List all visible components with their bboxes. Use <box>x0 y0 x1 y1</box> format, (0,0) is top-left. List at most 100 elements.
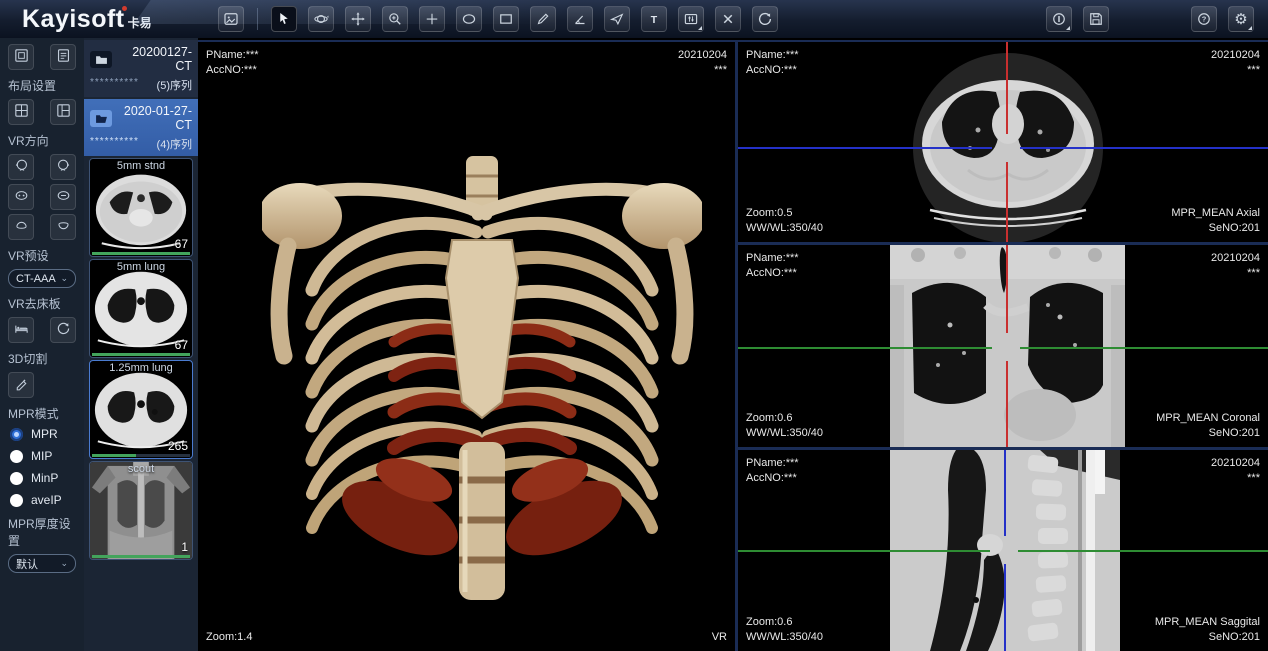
tool-group-main: T <box>218 6 778 32</box>
viewport-divider[interactable] <box>738 447 1268 450</box>
thumbnail-progress-bar <box>92 252 190 255</box>
vr-anterior-button[interactable] <box>8 184 34 210</box>
thumbnail-image-count: 1 <box>181 540 188 554</box>
vr-preset-select[interactable]: CT-AAA ⌄ <box>8 269 76 288</box>
crosshair-horizontal-green[interactable] <box>1018 550 1268 552</box>
series-browser-button[interactable] <box>218 6 244 32</box>
crosshair-horizontal-green[interactable] <box>738 550 990 552</box>
rectangle-icon <box>497 10 515 28</box>
measure-line-button[interactable] <box>530 6 556 32</box>
zoom-tool-button[interactable] <box>382 6 408 32</box>
series-thumbnail-125mm-lung[interactable]: 1.25mm lung 265 <box>89 360 193 459</box>
zoom-factor: Zoom:0.6 <box>746 411 823 426</box>
restore-bed-button[interactable] <box>50 317 76 343</box>
crosshair-vertical-red[interactable] <box>1006 245 1008 333</box>
crosshair-horizontal-green[interactable] <box>738 347 992 349</box>
crosshair-horizontal-blue[interactable] <box>738 147 992 149</box>
measure-angle-button[interactable] <box>567 6 593 32</box>
radio-checked-icon <box>10 428 23 441</box>
series-thumbnail-5mm-stnd[interactable]: 5mm stnd 67 <box>89 158 193 257</box>
reset-view-button[interactable] <box>752 6 778 32</box>
crosshair-horizontal-green[interactable] <box>1020 347 1268 349</box>
accession-number: AccNO:*** <box>746 266 799 281</box>
accession-number: AccNO:*** <box>206 63 259 78</box>
layout-report-icon <box>55 47 72 67</box>
rect-roi-button[interactable] <box>493 6 519 32</box>
axial-viewport[interactable]: PName:*** AccNO:*** 20210204 *** Zoom:0.… <box>738 40 1268 242</box>
render-mode-overlay: VR <box>712 630 727 645</box>
cursor-tool-button[interactable] <box>271 6 297 32</box>
app-window: Kayisoft 卡易 <box>0 0 1268 651</box>
series-number: SeNO:201 <box>1156 426 1260 441</box>
crosshair-vertical-blue[interactable] <box>1004 564 1006 651</box>
chevron-down-icon: ⌄ <box>60 558 68 569</box>
crosshair-vertical-blue[interactable] <box>1004 450 1006 536</box>
head-down-icon <box>55 217 72 237</box>
pan-icon <box>349 10 367 28</box>
series-thumbnail-5mm-lung[interactable]: 5mm lung 67 <box>89 259 193 358</box>
layout-single-button[interactable] <box>8 44 34 70</box>
crosshair-tool-button[interactable] <box>419 6 445 32</box>
pan-tool-button[interactable] <box>345 6 371 32</box>
vr-left-button[interactable] <box>8 154 34 180</box>
vr-right-button[interactable] <box>50 154 76 180</box>
study-date: 20210204 <box>1211 456 1260 471</box>
text-annotation-button[interactable]: T <box>641 6 667 32</box>
vr-viewport[interactable]: PName:*** AccNO:*** 20210204 *** Zoom:1.… <box>198 40 735 651</box>
study-item-selected[interactable]: 2020-01-27-CT ********** (4)序列 <box>84 99 198 156</box>
zoom-overlay: Zoom:0.6 WW/WL:350/40 <box>746 411 823 441</box>
crosshair-vertical-red[interactable] <box>1006 162 1008 242</box>
vr-superior-button[interactable] <box>8 214 34 240</box>
viewport-divider[interactable] <box>735 40 738 651</box>
ellipse-roi-button[interactable] <box>456 6 482 32</box>
study-item[interactable]: 20200127-CT ********** (5)序列 <box>84 40 198 97</box>
mpr-thickness-select[interactable]: 默认 ⌄ <box>8 554 76 573</box>
coronal-viewport[interactable]: PName:*** AccNO:*** 20210204 *** Zoom:0.… <box>738 245 1268 447</box>
mpr-mode-option-aveip[interactable]: aveIP <box>10 493 76 507</box>
layout-split-button[interactable] <box>50 99 76 125</box>
mpr-mode-option-mpr[interactable]: MPR <box>10 427 76 441</box>
window-level-button[interactable] <box>678 6 704 32</box>
delete-annotations-button[interactable] <box>715 6 741 32</box>
settings-button[interactable]: ⚙ <box>1228 6 1254 32</box>
series-panel: 20200127-CT ********** (5)序列 2020-01-27-… <box>84 38 198 651</box>
mpr-mode-label: MPR模式 <box>8 405 76 422</box>
layout-grid-button[interactable] <box>8 99 34 125</box>
radio-icon <box>10 494 23 507</box>
vr-inferior-button[interactable] <box>50 214 76 240</box>
save-button[interactable] <box>1083 6 1109 32</box>
help-button[interactable]: ? <box>1191 6 1217 32</box>
thumbnail-label: 5mm lung <box>90 261 192 273</box>
viewport-divider[interactable] <box>738 242 1268 245</box>
mpr-mode: MPR_MEAN Axial <box>1171 206 1260 221</box>
vr-direction-label: VR方向 <box>8 132 76 149</box>
dropdown-corner-mark <box>1066 26 1070 30</box>
toolbar: Kayisoft 卡易 <box>0 0 1268 38</box>
thumbnail-image-count: 67 <box>175 237 188 251</box>
series-thumbnail-scout[interactable]: scout 1 <box>89 461 193 560</box>
layout-split-icon <box>55 102 72 122</box>
head-left-icon <box>13 157 30 177</box>
crosshair-horizontal-blue[interactable] <box>1020 147 1268 149</box>
mpr-mode-option-minp[interactable]: MinP <box>10 471 76 485</box>
mpr-mode-option-mip[interactable]: MIP <box>10 449 76 463</box>
crosshair-vertical-red[interactable] <box>1006 42 1008 134</box>
layout-report-button[interactable] <box>50 44 76 70</box>
crosshair-icon <box>423 10 441 28</box>
cut-3d-button[interactable] <box>8 372 34 398</box>
rotate-3d-button[interactable] <box>308 6 334 32</box>
remove-bed-button[interactable] <box>8 317 34 343</box>
head-back-icon <box>55 187 72 207</box>
window-level-value: WW/WL:350/40 <box>746 630 823 645</box>
info-button[interactable] <box>1046 6 1072 32</box>
sagittal-viewport[interactable]: PName:*** AccNO:*** 20210204 *** Zoom:0.… <box>738 450 1268 651</box>
vr-ribcage-rendering <box>262 150 702 630</box>
cobb-arrow-button[interactable] <box>604 6 630 32</box>
vr-posterior-button[interactable] <box>50 184 76 210</box>
patient-overlay: PName:*** AccNO:*** <box>746 251 799 281</box>
crosshair-vertical-red[interactable] <box>1006 361 1008 447</box>
radio-icon <box>10 472 23 485</box>
cursor-icon <box>275 10 293 28</box>
save-disk-icon <box>1087 10 1105 28</box>
accession-number: AccNO:*** <box>746 63 799 78</box>
